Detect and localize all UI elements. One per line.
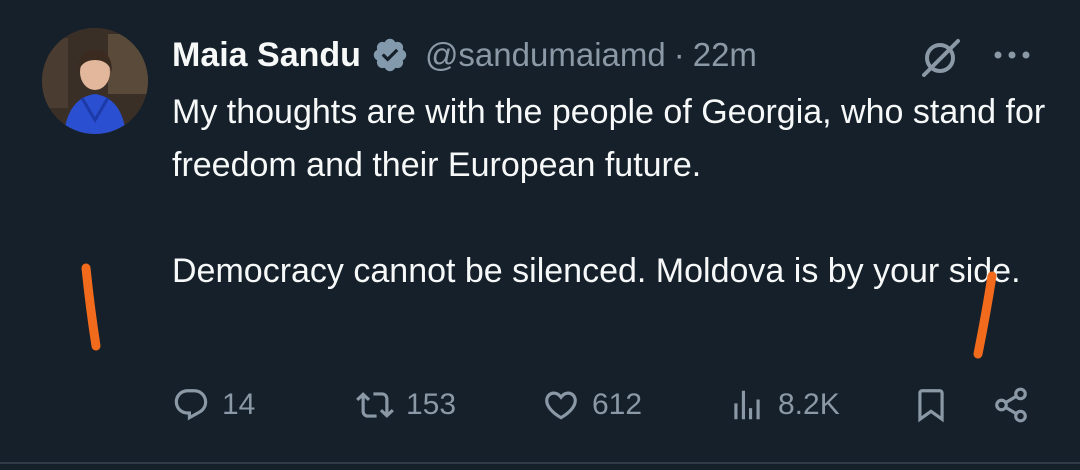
repost-count: 153: [406, 388, 457, 421]
orange-annotation-mark-right: [968, 268, 1000, 365]
views-count: 8.2K: [778, 388, 840, 421]
orange-annotation-mark-left: [80, 262, 104, 357]
tweet-header: Maia Sandu @sandumaiamd · 22m: [172, 28, 757, 82]
tweet-paragraph-2: Democracy cannot be silenced. Moldova is…: [172, 252, 1021, 290]
separator-dot: ·: [673, 36, 685, 73]
share-icon: [995, 387, 1027, 423]
tweet-text: My thoughts are with the people of Georg…: [172, 86, 1052, 298]
more-icon[interactable]: [990, 44, 1034, 66]
like-button[interactable]: 612: [542, 380, 642, 430]
verified-badge-icon: [371, 36, 409, 74]
avatar[interactable]: [42, 28, 148, 134]
bookmark-icon: [918, 389, 944, 423]
tweet[interactable]: Maia Sandu @sandumaiamd · 22m My thought…: [0, 0, 1080, 470]
like-count: 612: [592, 388, 643, 421]
views-icon: [734, 390, 760, 420]
author-handle[interactable]: @sandumaiamd: [425, 36, 666, 74]
action-bar: 14 153 612 8.2K: [0, 380, 1080, 430]
repost-button[interactable]: 153: [356, 380, 456, 430]
share-button[interactable]: [992, 380, 1030, 430]
reply-icon: [174, 389, 208, 421]
tweet-paragraph-1: My thoughts are with the people of Georg…: [172, 93, 1046, 184]
views-button[interactable]: 8.2K: [728, 380, 840, 430]
timestamp[interactable]: 22m: [693, 36, 757, 74]
grok-icon[interactable]: [918, 36, 964, 78]
repost-icon: [356, 392, 394, 418]
heart-icon: [545, 391, 577, 420]
author-name[interactable]: Maia Sandu: [172, 36, 361, 75]
divider: [0, 462, 1080, 464]
bookmark-button[interactable]: [912, 380, 950, 430]
reply-button[interactable]: 14: [172, 380, 255, 430]
reply-count: 14: [222, 388, 256, 421]
